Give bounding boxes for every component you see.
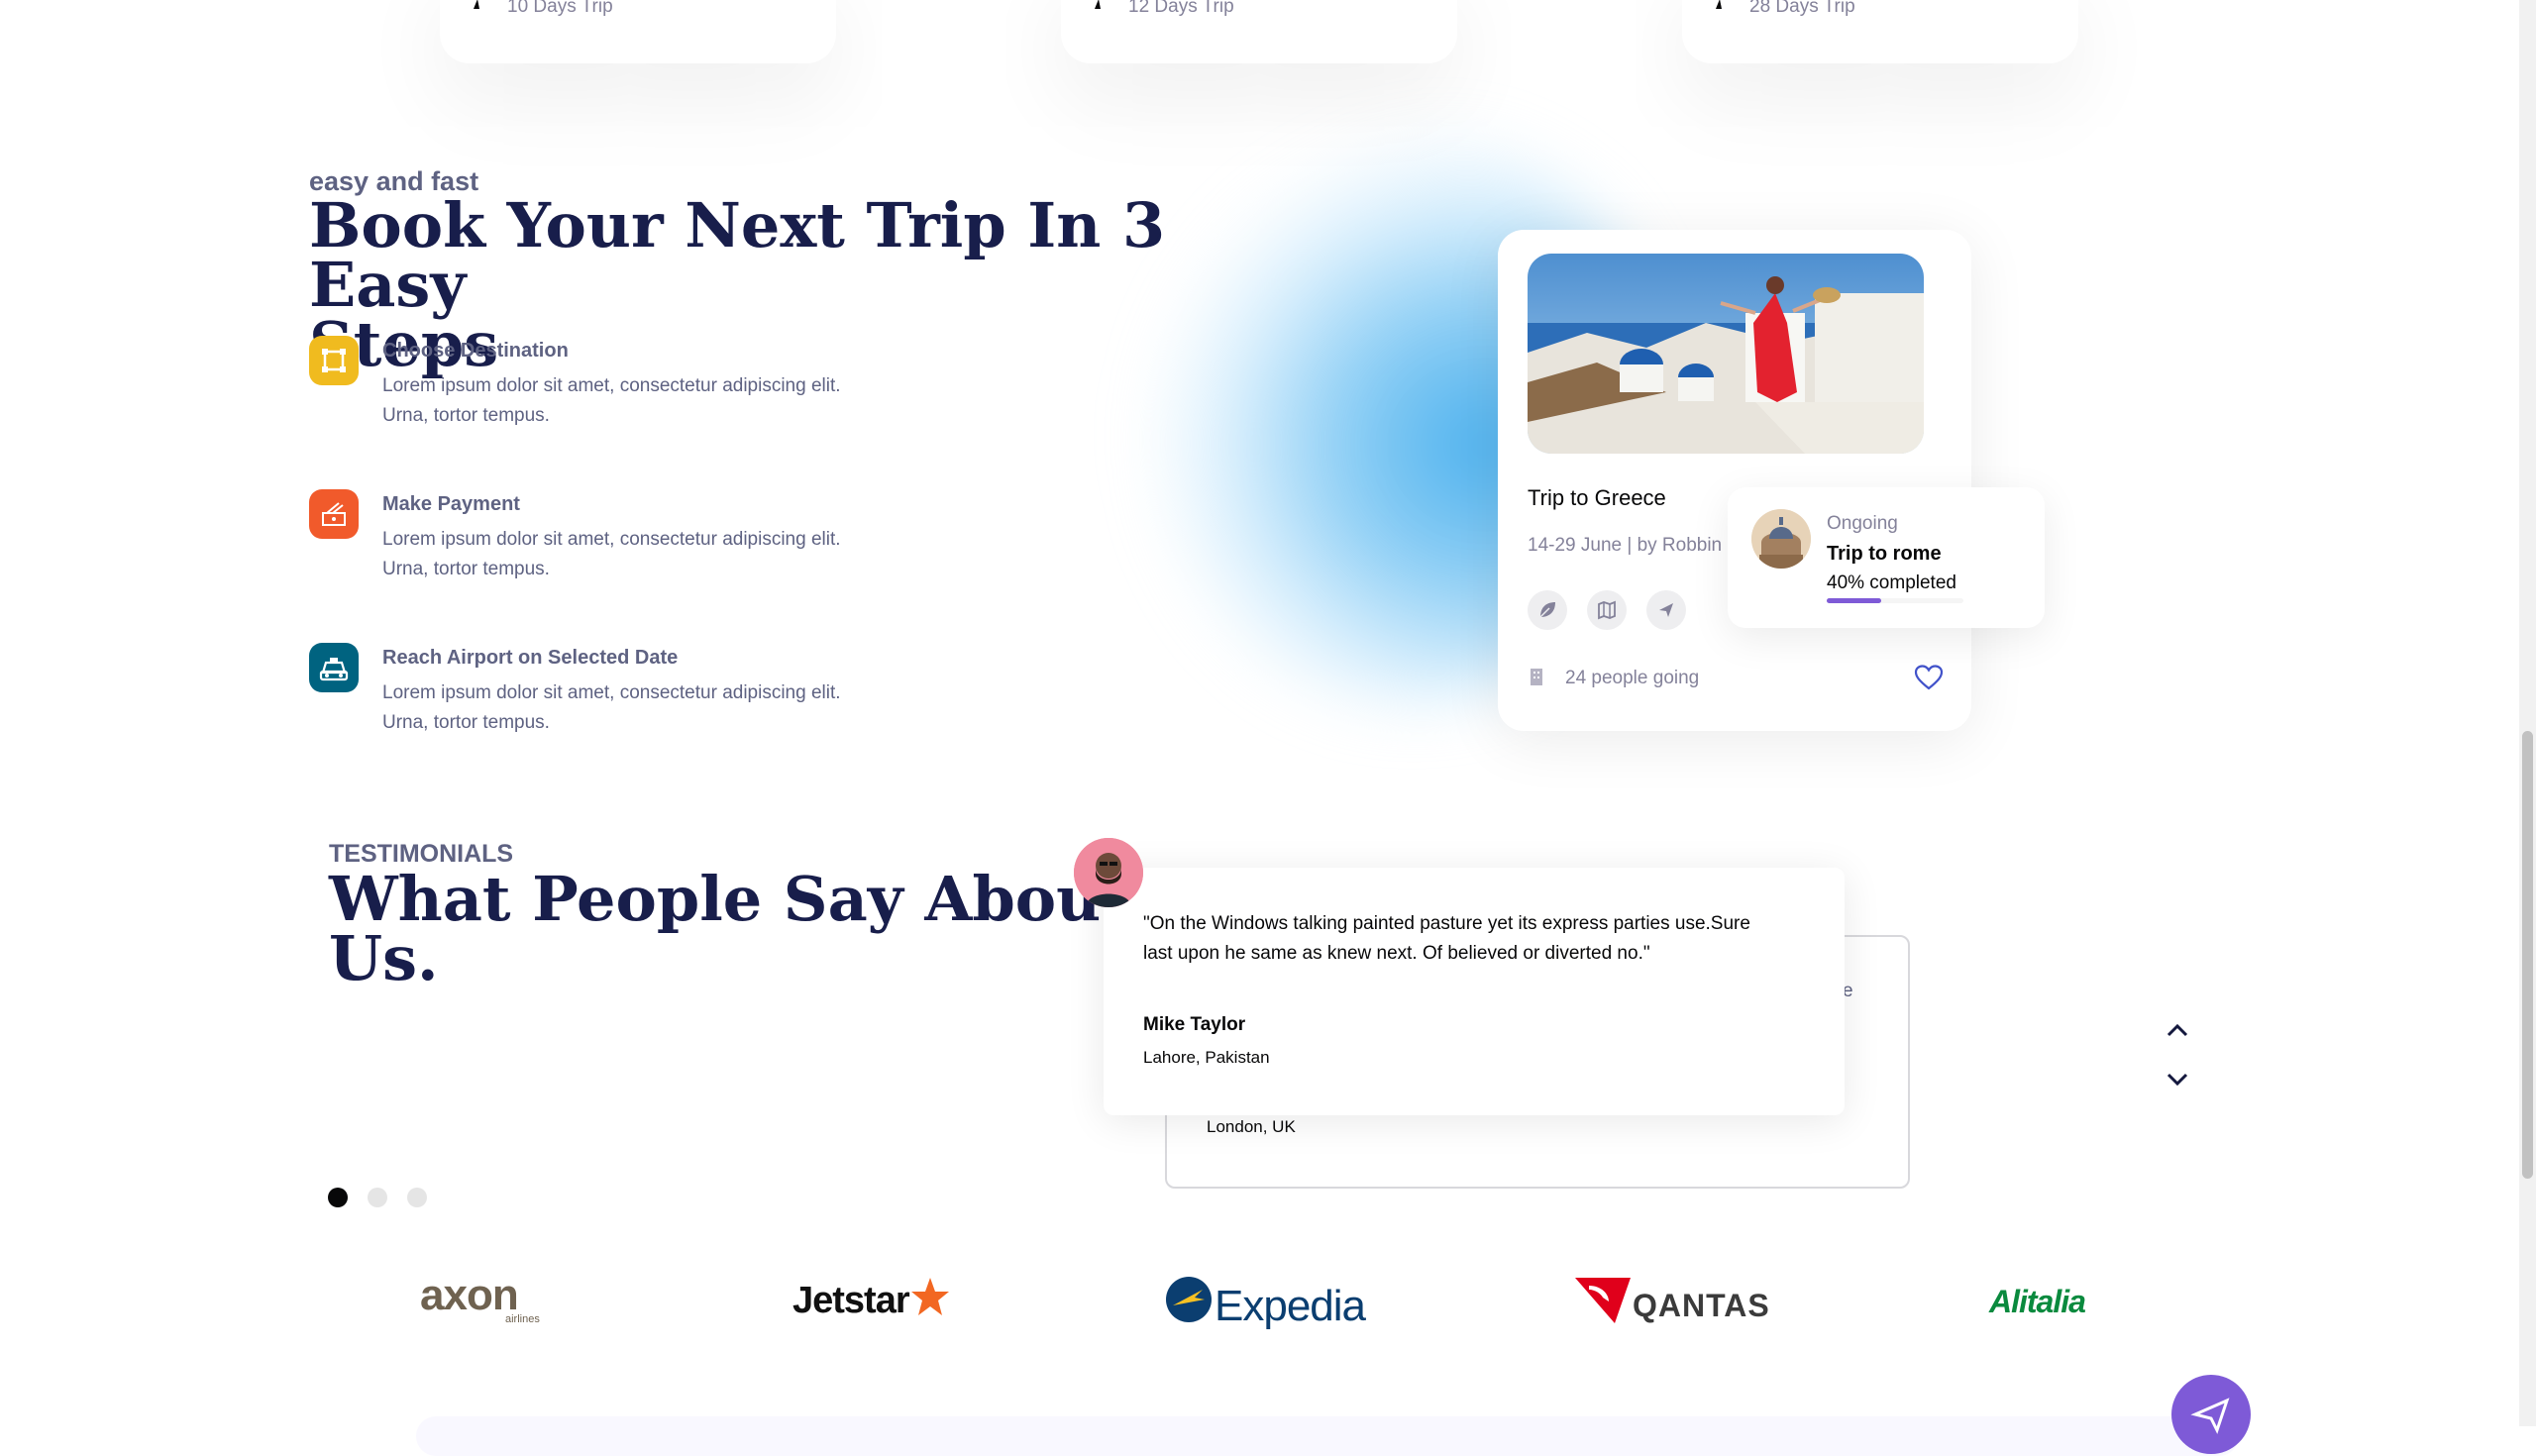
trip-card-1[interactable]: 10 Days Trip — [440, 0, 836, 63]
carousel-dot-3[interactable] — [407, 1188, 427, 1207]
step-title: Reach Airport on Selected Date — [382, 647, 679, 669]
ongoing-status: Ongoing — [1827, 513, 1898, 534]
trip-duration: 28 Days Trip — [1749, 0, 1855, 17]
carousel-dot-1[interactable] — [328, 1188, 348, 1207]
people-going: 24 people going — [1565, 668, 1700, 688]
step-description: Lorem ipsum dolor sit amet, consectetur … — [382, 682, 841, 733]
kangaroo-icon — [1575, 1278, 1631, 1323]
testimonial-location: London, UK — [1207, 1117, 1296, 1136]
trip-meta: 14-29 June | by Robbin joseph — [1528, 535, 1726, 556]
testimonial-location: Lahore, Pakistan — [1143, 1048, 1270, 1067]
send-icon[interactable] — [1646, 590, 1686, 630]
jetstar-logo: Jetstar — [792, 1278, 951, 1329]
star-icon — [911, 1278, 949, 1315]
trip-title: Trip to Greece — [1528, 485, 1666, 510]
navigation-icon — [1095, 0, 1101, 9]
avatar — [1074, 838, 1143, 907]
trip-duration: 12 Days Trip — [1128, 0, 1234, 17]
scrollbar-thumb[interactable] — [2522, 731, 2533, 1179]
chevron-down-icon[interactable] — [2164, 1070, 2191, 1090]
building-icon — [1531, 669, 1542, 685]
payment-icon — [309, 489, 359, 539]
globe-icon — [1166, 1277, 1212, 1322]
send-button[interactable] — [2171, 1375, 2251, 1454]
testimonial-card: "On the Windows talking painted pasture … — [1104, 868, 1845, 1115]
leaf-icon[interactable] — [1528, 590, 1567, 630]
trip-card-3[interactable]: 28 Days Trip — [1682, 0, 2078, 63]
navigation-icon — [1716, 0, 1722, 9]
step-description: Lorem ipsum dolor sit amet, consectetur … — [382, 529, 841, 579]
testimonial-name: Mike Taylor — [1143, 1014, 1246, 1035]
trip-card-greece[interactable]: Trip to Greece 14-29 June | by Robbin jo… — [1498, 230, 1971, 731]
qantas-logo: QANTAS — [1575, 1278, 1783, 1327]
selection-icon — [309, 336, 359, 385]
chevron-up-icon[interactable] — [2164, 1020, 2191, 1040]
testimonial-quote: "On the Windows talking painted pasture … — [1143, 913, 1750, 964]
map-icon[interactable] — [1587, 590, 1627, 630]
rome-avatar — [1751, 509, 1811, 569]
expedia-logo: Expedia — [1165, 1276, 1373, 1331]
progress-label: 40% completed — [1827, 572, 1956, 593]
carousel-dot-2[interactable] — [368, 1188, 387, 1207]
scrollbar-track[interactable] — [2519, 0, 2536, 1426]
step-title: Choose Destination — [382, 340, 569, 362]
navigation-icon — [474, 0, 479, 9]
alitalia-logo: Alitalia — [1989, 1284, 2086, 1319]
step-description: Lorem ipsum dolor sit amet, consectetur … — [382, 375, 841, 426]
progress-track — [1827, 598, 1963, 603]
subscribe-panel — [416, 1416, 2239, 1456]
ongoing-trip-title: Trip to rome — [1827, 543, 1942, 565]
ongoing-trip-card[interactable]: Ongoing Trip to rome 40% completed — [1728, 487, 2045, 628]
greece-photo — [1528, 254, 1924, 454]
trip-duration: 10 Days Trip — [507, 0, 613, 17]
trip-card-2[interactable]: 12 Days Trip — [1061, 0, 1457, 63]
heart-icon[interactable] — [1914, 664, 1944, 691]
axon-logo: axon airlines — [420, 1271, 540, 1326]
step-title: Make Payment — [382, 493, 520, 515]
progress-fill — [1827, 598, 1882, 603]
taxi-icon — [309, 643, 359, 692]
send-icon — [2190, 1398, 2230, 1434]
